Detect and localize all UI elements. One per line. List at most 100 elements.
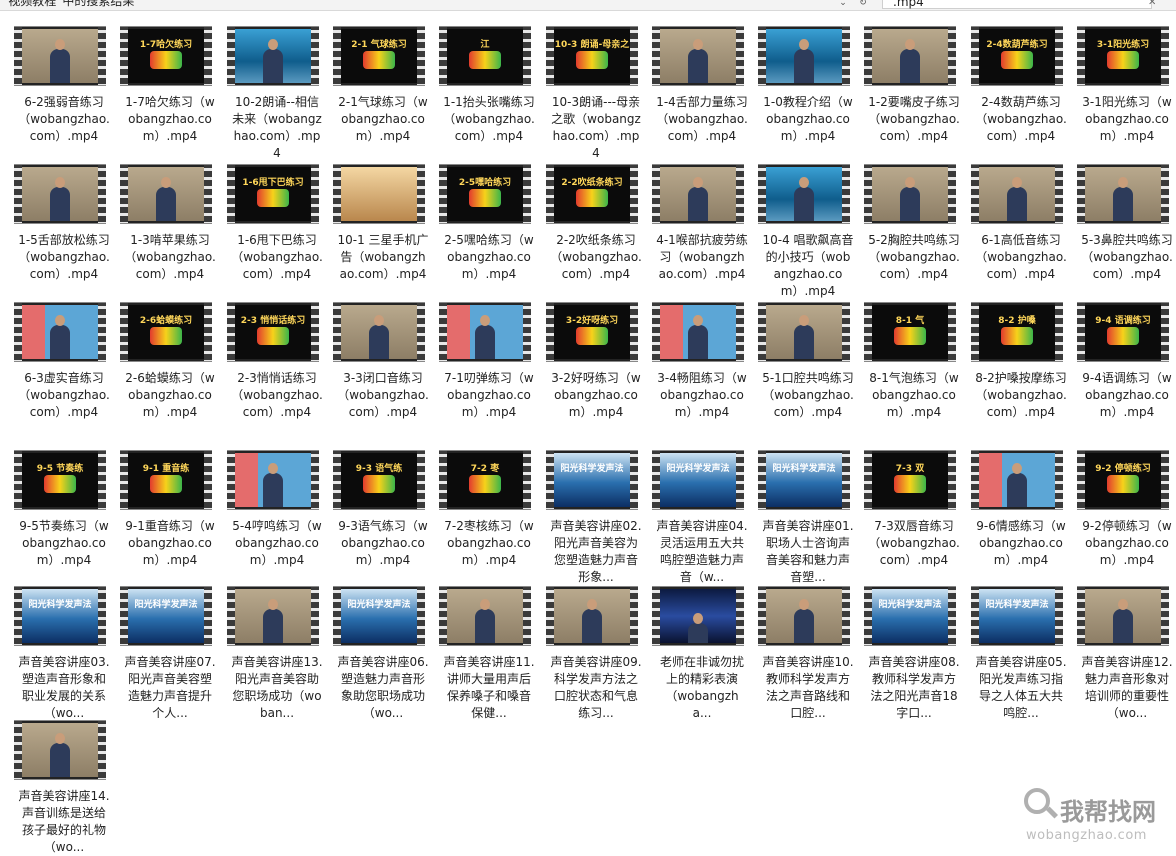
- video-thumbnail[interactable]: 2-4数葫芦练习: [971, 26, 1063, 86]
- video-thumbnail[interactable]: 10-3 朗诵-母亲之歌: [546, 26, 638, 86]
- close-icon[interactable]: ✕: [1148, 0, 1156, 8]
- video-thumbnail[interactable]: [227, 450, 319, 510]
- file-item[interactable]: 9-2 停顿练习 9-2停顿练习（wobangzhao.com）.mp4: [1077, 450, 1176, 569]
- file-item[interactable]: 5-2胸腔共鸣练习（wobangzhao.com）.mp4: [864, 164, 970, 283]
- file-name[interactable]: 老师在非诚勿扰上的精彩表演（wobangzha...: [652, 654, 748, 722]
- file-name[interactable]: 9-4语调练习（wobangzhao.com）.mp4: [1077, 370, 1173, 421]
- video-thumbnail[interactable]: 阳光科学发声法: [971, 586, 1063, 646]
- video-thumbnail[interactable]: [1077, 586, 1169, 646]
- file-item[interactable]: 5-3鼻腔共鸣练习（wobangzhao.com）.mp4: [1077, 164, 1176, 283]
- file-name[interactable]: 9-1重音练习（wobangzhao.com）.mp4: [120, 518, 216, 569]
- file-item[interactable]: 2-6蛤蟆练习 2-6蛤蟆练习（wobangzhao.com）.mp4: [120, 302, 226, 421]
- video-thumbnail[interactable]: 江: [439, 26, 531, 86]
- video-thumbnail[interactable]: [1077, 164, 1169, 224]
- video-thumbnail[interactable]: 阳光科学发声法: [652, 450, 744, 510]
- video-thumbnail[interactable]: [439, 302, 531, 362]
- file-name[interactable]: 2-3悄悄话练习（wobangzhao.com）.mp4: [227, 370, 323, 421]
- file-name[interactable]: 6-2强弱音练习（wobangzhao.com）.mp4: [14, 94, 110, 145]
- file-item[interactable]: 声音美容讲座09.科学发声方法之口腔状态和气息练习...: [546, 586, 652, 722]
- file-name[interactable]: 1-6甩下巴练习（wobangzhao.com）.mp4: [227, 232, 323, 283]
- file-name[interactable]: 1-0教程介绍（wobangzhao.com）.mp4: [758, 94, 854, 145]
- video-thumbnail[interactable]: 阳光科学发声法: [120, 586, 212, 646]
- file-item[interactable]: 10-3 朗诵-母亲之歌 10-3朗诵---母亲之歌（wobangzhao.com…: [546, 26, 652, 162]
- file-name[interactable]: 6-1高低音练习（wobangzhao.com）.mp4: [971, 232, 1067, 283]
- file-name[interactable]: 5-1口腔共鸣练习（wobangzhao.com）.mp4: [758, 370, 854, 421]
- video-thumbnail[interactable]: [971, 164, 1063, 224]
- file-item[interactable]: 8-2 护嗓 8-2护嗓按摩练习（wobangzhao.com）.mp4: [971, 302, 1077, 421]
- video-thumbnail[interactable]: 9-1 重音练: [120, 450, 212, 510]
- file-item[interactable]: 8-1 气 8-1气泡练习（wobangzhao.com）.mp4: [864, 302, 970, 421]
- file-item[interactable]: 3-3闭口音练习（wobangzhao.com）.mp4: [333, 302, 439, 421]
- file-name[interactable]: 7-2枣核练习（wobangzhao.com）.mp4: [439, 518, 535, 569]
- file-item[interactable]: 5-4哼鸣练习（wobangzhao.com）.mp4: [227, 450, 333, 569]
- file-name[interactable]: 2-2吹纸条练习（wobangzhao.com）.mp4: [546, 232, 642, 283]
- video-thumbnail[interactable]: 3-2好呀练习: [546, 302, 638, 362]
- file-name[interactable]: 声音美容讲座01.职场人士咨询声音美容和魅力声音塑...: [758, 518, 854, 586]
- file-item[interactable]: 6-3虚实音练习（wobangzhao.com）.mp4: [14, 302, 120, 421]
- file-item[interactable]: 9-1 重音练 9-1重音练习（wobangzhao.com）.mp4: [120, 450, 226, 569]
- address-bar[interactable]: “视频教程”中的搜索结果: [0, 0, 852, 9]
- file-name[interactable]: 9-2停顿练习（wobangzhao.com）.mp4: [1077, 518, 1173, 569]
- file-name[interactable]: 声音美容讲座11.讲师大量用声后保养嗓子和嗓音保健...: [439, 654, 535, 722]
- file-name[interactable]: 1-2要嘴皮子练习（wobangzhao.com）.mp4: [864, 94, 960, 145]
- file-item[interactable]: 1-6甩下巴练习 1-6甩下巴练习（wobangzhao.com）.mp4: [227, 164, 333, 283]
- chevron-down-icon[interactable]: ⌄: [836, 0, 850, 9]
- video-thumbnail[interactable]: 8-1 气: [864, 302, 956, 362]
- file-name[interactable]: 声音美容讲座06.塑造魅力声音形象助您职场成功（wo...: [333, 654, 429, 722]
- file-item[interactable]: 声音美容讲座12.魅力声音形象对培训师的重要性（wo...: [1077, 586, 1176, 722]
- file-name[interactable]: 10-4 唱歌飙高音的小技巧（wobangzhao.com）.mp4: [758, 232, 854, 300]
- file-name[interactable]: 5-2胸腔共鸣练习（wobangzhao.com）.mp4: [864, 232, 960, 283]
- video-thumbnail[interactable]: [758, 302, 850, 362]
- file-name[interactable]: 2-6蛤蟆练习（wobangzhao.com）.mp4: [120, 370, 216, 421]
- video-thumbnail[interactable]: 1-7哈欠练习: [120, 26, 212, 86]
- video-thumbnail[interactable]: [652, 164, 744, 224]
- file-name[interactable]: 6-3虚实音练习（wobangzhao.com）.mp4: [14, 370, 110, 421]
- file-item[interactable]: 2-2吹纸条练习 2-2吹纸条练习（wobangzhao.com）.mp4: [546, 164, 652, 283]
- file-item[interactable]: 10-4 唱歌飙高音的小技巧（wobangzhao.com）.mp4: [758, 164, 864, 300]
- video-thumbnail[interactable]: [971, 450, 1063, 510]
- file-name[interactable]: 1-4舌部力量练习（wobangzhao.com）.mp4: [652, 94, 748, 145]
- file-name[interactable]: 1-3啃苹果练习（wobangzhao.com）.mp4: [120, 232, 216, 283]
- file-name[interactable]: 2-5嘿哈练习（wobangzhao.com）.mp4: [439, 232, 535, 283]
- video-thumbnail[interactable]: [652, 26, 744, 86]
- file-item[interactable]: 阳光科学发声法 声音美容讲座06.塑造魅力声音形象助您职场成功（wo...: [333, 586, 439, 722]
- video-thumbnail[interactable]: [758, 26, 850, 86]
- video-thumbnail[interactable]: 7-3 双: [864, 450, 956, 510]
- video-thumbnail[interactable]: 2-6蛤蟆练习: [120, 302, 212, 362]
- file-item[interactable]: 1-2要嘴皮子练习（wobangzhao.com）.mp4: [864, 26, 970, 145]
- file-item[interactable]: 1-3啃苹果练习（wobangzhao.com）.mp4: [120, 164, 226, 283]
- video-thumbnail[interactable]: 阳光科学发声法: [758, 450, 850, 510]
- file-item[interactable]: 10-1 三星手机广告（wobangzhao.com）.mp4: [333, 164, 439, 283]
- refresh-icon[interactable]: ↻: [856, 0, 870, 9]
- video-thumbnail[interactable]: [227, 586, 319, 646]
- file-name[interactable]: 8-2护嗓按摩练习（wobangzhao.com）.mp4: [971, 370, 1067, 421]
- file-name[interactable]: 声音美容讲座03.塑造声音形象和职业发展的关系（wo...: [14, 654, 110, 722]
- video-thumbnail[interactable]: [864, 26, 956, 86]
- file-name[interactable]: 声音美容讲座12.魅力声音形象对培训师的重要性（wo...: [1077, 654, 1173, 722]
- video-thumbnail[interactable]: [14, 302, 106, 362]
- file-item[interactable]: 声音美容讲座11.讲师大量用声后保养嗓子和嗓音保健...: [439, 586, 545, 722]
- file-name[interactable]: 声音美容讲座08.教师科学发声方法之阳光声音18字口...: [864, 654, 960, 722]
- file-item[interactable]: 1-0教程介绍（wobangzhao.com）.mp4: [758, 26, 864, 145]
- video-thumbnail[interactable]: 2-2吹纸条练习: [546, 164, 638, 224]
- file-item[interactable]: 1-4舌部力量练习（wobangzhao.com）.mp4: [652, 26, 758, 145]
- file-item[interactable]: 3-4畅阻练习（wobangzhao.com）.mp4: [652, 302, 758, 421]
- file-item[interactable]: 2-5嘿哈练习 2-5嘿哈练习（wobangzhao.com）.mp4: [439, 164, 545, 283]
- file-name[interactable]: 声音美容讲座09.科学发声方法之口腔状态和气息练习...: [546, 654, 642, 722]
- file-name[interactable]: 5-4哼鸣练习（wobangzhao.com）.mp4: [227, 518, 323, 569]
- video-thumbnail[interactable]: [14, 720, 106, 780]
- file-name[interactable]: 声音美容讲座14.声音训练是送给孩子最好的礼物（wo...: [14, 788, 110, 856]
- file-item[interactable]: 3-1阳光练习 3-1阳光练习（wobangzhao.com）.mp4: [1077, 26, 1176, 145]
- video-thumbnail[interactable]: 2-3 悄悄话练习: [227, 302, 319, 362]
- file-item[interactable]: 2-3 悄悄话练习 2-3悄悄话练习（wobangzhao.com）.mp4: [227, 302, 333, 421]
- file-item[interactable]: 5-1口腔共鸣练习（wobangzhao.com）.mp4: [758, 302, 864, 421]
- file-item[interactable]: 4-1喉部抗疲劳练习（wobangzhao.com）.mp4: [652, 164, 758, 283]
- file-item[interactable]: 10-2朗诵--相信未来（wobangzhao.com）.mp4: [227, 26, 333, 162]
- search-input[interactable]: .mp4: [882, 0, 1152, 9]
- file-item[interactable]: 1-5舌部放松练习（wobangzhao.com）.mp4: [14, 164, 120, 283]
- file-name[interactable]: 1-5舌部放松练习（wobangzhao.com）.mp4: [14, 232, 110, 283]
- video-thumbnail[interactable]: 阳光科学发声法: [864, 586, 956, 646]
- file-name[interactable]: 9-6情感练习（wobangzhao.com）.mp4: [971, 518, 1067, 569]
- video-thumbnail[interactable]: 阳光科学发声法: [546, 450, 638, 510]
- file-name[interactable]: 2-4数葫芦练习（wobangzhao.com）.mp4: [971, 94, 1067, 145]
